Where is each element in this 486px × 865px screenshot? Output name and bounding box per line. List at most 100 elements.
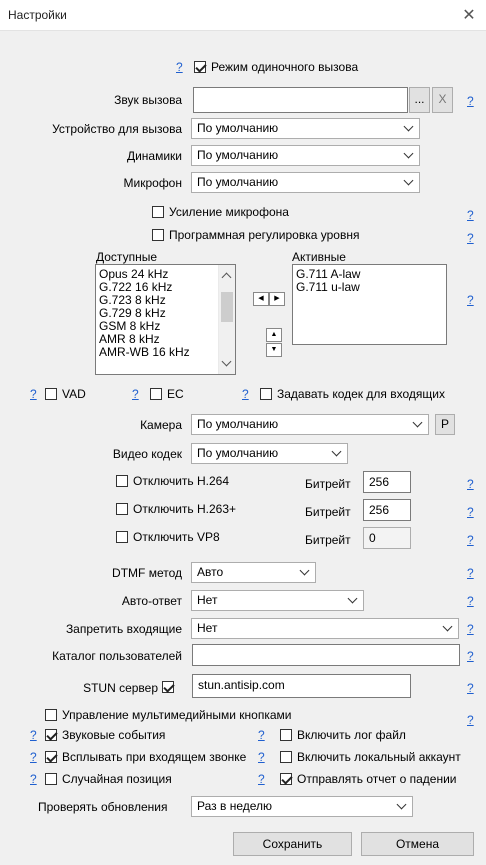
camera-select[interactable]: По умолчанию [191, 414, 429, 435]
scroll-thumb[interactable] [221, 292, 233, 322]
updates-value: Раз в неделю [197, 799, 273, 813]
microphone-select[interactable]: По умолчанию [191, 172, 420, 193]
vad-checkbox[interactable] [45, 388, 57, 400]
help-link[interactable]: ? [467, 713, 474, 727]
list-item[interactable]: AMR-WB 16 kHz [96, 346, 235, 359]
help-link[interactable]: ? [467, 477, 474, 491]
help-link[interactable]: ? [30, 772, 37, 786]
available-codecs-list[interactable]: Opus 24 kHz G.722 16 kHz G.723 8 kHz G.7… [95, 264, 236, 375]
bitrate-h264-input[interactable]: 256 [363, 471, 411, 493]
agc-checkbox[interactable] [152, 229, 164, 241]
chevron-down-icon [347, 593, 358, 604]
speakers-value: По умолчанию [197, 148, 279, 162]
dtmf-value: Авто [197, 565, 224, 579]
mic-boost-label: Усиление микрофона [169, 205, 289, 219]
microphone-value: По умолчанию [197, 175, 279, 189]
help-link[interactable]: ? [467, 622, 474, 636]
enable-log-label: Включить лог файл [297, 728, 406, 742]
sound-events-label: Звуковые события [62, 728, 166, 742]
chevron-down-icon [331, 446, 342, 457]
help-link[interactable]: ? [467, 505, 474, 519]
call-sound-label: Звук вызова [114, 93, 182, 107]
stun-checkbox[interactable] [162, 681, 174, 693]
speakers-select[interactable]: По умолчанию [191, 145, 420, 166]
ec-checkbox[interactable] [150, 388, 162, 400]
move-right-button[interactable]: ▶ [269, 292, 285, 306]
list-item[interactable]: G.711 u-law [293, 281, 446, 294]
close-icon[interactable]: ✕ [460, 5, 478, 25]
help-link[interactable]: ? [258, 772, 265, 786]
help-link[interactable]: ? [132, 387, 139, 401]
save-button[interactable]: Сохранить [233, 832, 352, 856]
chevron-down-icon [403, 121, 414, 132]
clear-sound-button[interactable]: X [432, 87, 453, 113]
mic-boost-checkbox[interactable] [152, 206, 164, 218]
stun-input[interactable]: stun.antisip.com [192, 674, 411, 698]
dtmf-select[interactable]: Авто [191, 562, 316, 583]
updates-select[interactable]: Раз в неделю [191, 796, 413, 817]
help-link[interactable]: ? [467, 208, 474, 222]
bitrate-h263-input[interactable]: 256 [363, 499, 411, 521]
help-link[interactable]: ? [30, 387, 37, 401]
crash-report-label: Отправлять отчет о падении [297, 772, 457, 786]
chevron-down-icon [403, 175, 414, 186]
disable-h264-checkbox[interactable] [116, 475, 128, 487]
help-link[interactable]: ? [467, 681, 474, 695]
help-link[interactable]: ? [467, 231, 474, 245]
chevron-down-icon [396, 799, 407, 810]
random-pos-checkbox[interactable] [45, 773, 57, 785]
move-down-button[interactable]: ▼ [266, 343, 282, 357]
single-call-checkbox[interactable] [194, 61, 206, 73]
help-link[interactable]: ? [242, 387, 249, 401]
sound-events-checkbox[interactable] [45, 729, 57, 741]
user-dir-input[interactable] [192, 644, 460, 666]
media-keys-checkbox[interactable] [45, 709, 57, 721]
stun-label: STUN сервер [83, 681, 158, 695]
active-codecs-list[interactable]: G.711 A-law G.711 u-law [292, 264, 447, 345]
popup-incoming-checkbox[interactable] [45, 751, 57, 763]
help-link[interactable]: ? [30, 750, 37, 764]
help-link[interactable]: ? [467, 94, 474, 108]
help-link[interactable]: ? [176, 60, 183, 74]
auto-answer-select[interactable]: Нет [191, 590, 364, 611]
block-incoming-select[interactable]: Нет [191, 618, 459, 639]
window-title: Настройки [8, 8, 67, 22]
video-codec-select[interactable]: По умолчанию [191, 443, 348, 464]
help-link[interactable]: ? [258, 750, 265, 764]
bitrate-label: Битрейт [305, 533, 351, 547]
help-link[interactable]: ? [258, 728, 265, 742]
call-sound-field[interactable] [193, 87, 408, 113]
bitrate-vp8-input[interactable]: 0 [363, 527, 411, 549]
disable-vp8-checkbox[interactable] [116, 531, 128, 543]
crash-report-checkbox[interactable] [280, 773, 292, 785]
video-codec-value: По умолчанию [197, 446, 279, 460]
scroll-down-icon[interactable] [221, 356, 232, 367]
call-device-value: По умолчанию [197, 121, 279, 135]
bitrate-label: Битрейт [305, 505, 351, 519]
video-codec-label: Видео кодек [112, 447, 182, 461]
scrollbar[interactable] [218, 265, 235, 374]
auto-answer-label: Авто-ответ [121, 594, 182, 608]
cancel-button[interactable]: Отмена [361, 832, 474, 856]
ec-label: EC [167, 387, 184, 401]
disable-h263-checkbox[interactable] [116, 503, 128, 515]
scroll-up-icon[interactable] [221, 272, 232, 283]
browse-button[interactable]: ... [409, 87, 430, 113]
camera-props-button[interactable]: P [435, 414, 455, 435]
move-up-button[interactable]: ▲ [266, 328, 282, 342]
help-link[interactable]: ? [467, 566, 474, 580]
help-link[interactable]: ? [30, 728, 37, 742]
media-keys-label: Управление мультимедийными кнопками [62, 708, 292, 722]
updates-label: Проверять обновления [38, 800, 168, 814]
help-link[interactable]: ? [467, 533, 474, 547]
move-left-button[interactable]: ◀ [253, 292, 269, 306]
dtmf-label: DTMF метод [112, 566, 182, 580]
call-device-select[interactable]: По умолчанию [191, 118, 420, 139]
help-link[interactable]: ? [467, 594, 474, 608]
chevron-down-icon [412, 417, 423, 428]
incoming-codec-checkbox[interactable] [260, 388, 272, 400]
help-link[interactable]: ? [467, 649, 474, 663]
help-link[interactable]: ? [467, 293, 474, 307]
enable-log-checkbox[interactable] [280, 729, 292, 741]
local-account-checkbox[interactable] [280, 751, 292, 763]
